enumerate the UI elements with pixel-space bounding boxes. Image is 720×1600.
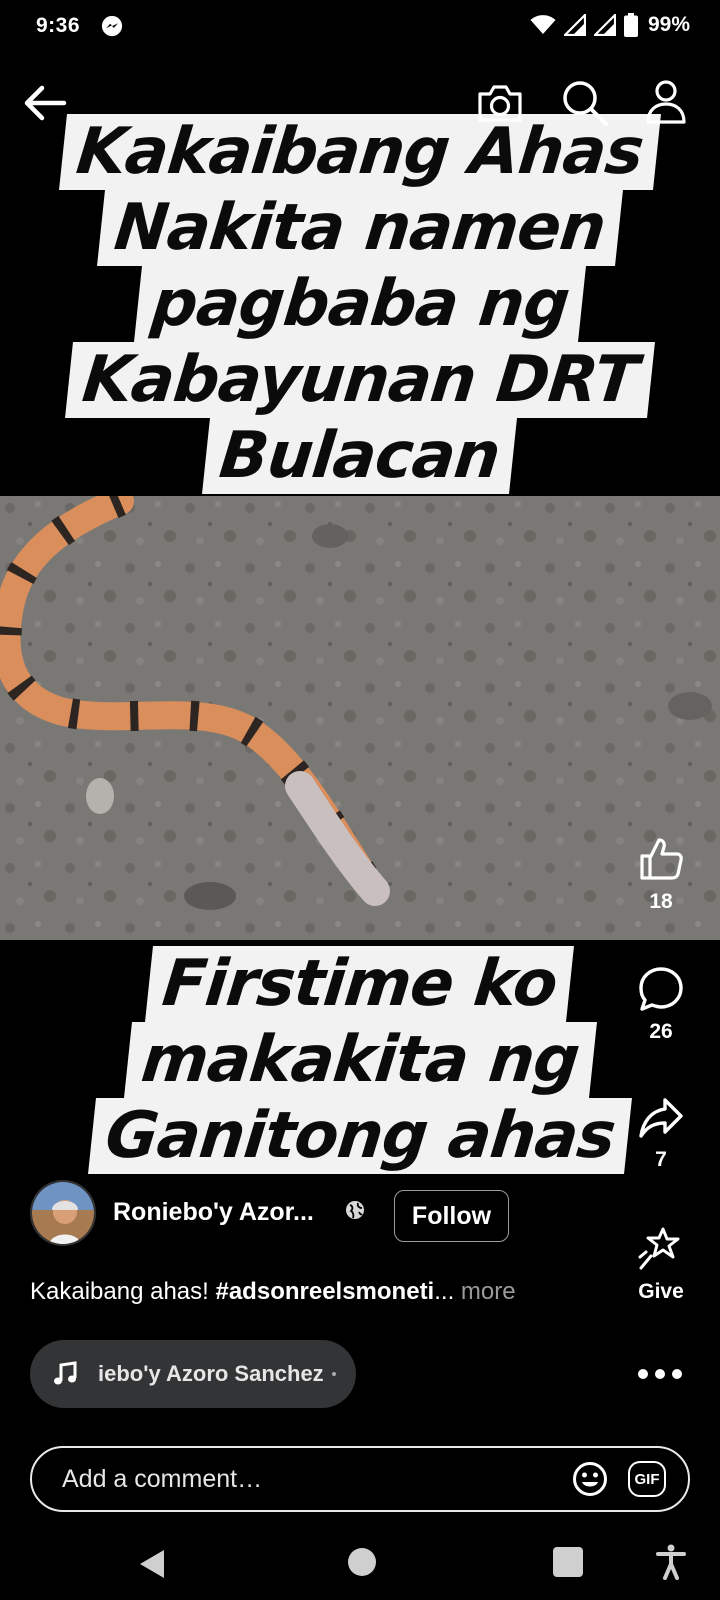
caption-bottom: Firstime ko makakita ng Ganitong ahas [0,946,720,1174]
avatar[interactable] [30,1180,96,1246]
star-wand-icon [638,1227,680,1270]
nav-recents-icon[interactable] [553,1547,583,1577]
more-dot [672,1369,682,1379]
search-icon[interactable] [560,78,610,128]
avatar-image [32,1182,94,1244]
hashtag-link[interactable]: #adsonreelsmoneti [215,1278,434,1305]
signal-icon [563,14,586,36]
snake-image [0,496,720,940]
accessibility-icon[interactable] [656,1544,686,1580]
more-options-button[interactable] [638,1366,682,1382]
give-button[interactable]: Give [616,1226,706,1304]
follow-button[interactable]: Follow [394,1190,509,1242]
caption-line: Firstime ko [145,946,575,1022]
comment-button[interactable]: 26 [616,966,706,1044]
comment-input[interactable] [62,1464,572,1494]
status-icons: 99% [530,13,690,37]
caption-line: Ganitong ahas [87,1098,633,1174]
snake-video-frame [0,496,720,940]
profile-icon[interactable] [644,78,688,126]
system-nav-bar [0,1528,720,1600]
status-bar: 9:36 99% [0,0,720,54]
give-label: Give [638,1280,684,1303]
like-button[interactable]: 18 [616,836,706,914]
description-text: Kakaibang ahas! [30,1278,216,1305]
camera-icon[interactable] [476,80,524,126]
caption-line: Kabayunan DRT [65,342,655,418]
back-arrow-icon[interactable] [22,80,68,126]
caption-line: makakita ng [123,1022,597,1098]
share-count: 7 [655,1148,667,1171]
audio-label: iebo'y Azoro Sanchez [98,1361,324,1386]
gif-button[interactable]: GIF [628,1461,666,1497]
more-dot [655,1369,665,1379]
emoji-icon[interactable] [572,1461,608,1497]
see-more-link[interactable]: more [461,1278,516,1305]
battery-percent: 99% [647,13,690,36]
author-name[interactable]: Roniebo'y Azor... [113,1198,314,1227]
audio-separator-dot [331,1372,336,1376]
share-arrow-icon [639,1098,683,1138]
globe-icon [346,1201,364,1219]
comment-count: 26 [649,1020,673,1043]
reel-video[interactable]: Kakaibang Ahas Nakita namen pagbaba ng K… [0,54,720,1174]
description-ellipsis: ... [434,1278,461,1305]
audio-attribution[interactable]: iebo'y Azoro Sanchez [30,1340,356,1408]
signal-icon-2 [593,14,616,36]
wifi-icon [530,15,556,34]
caption-line: Bulacan [202,418,518,494]
nav-back-icon[interactable] [138,1548,166,1580]
more-dot [638,1369,648,1379]
music-note-icon [54,1361,77,1385]
comment-bubble-icon [639,967,683,1011]
caption-top: Kakaibang Ahas Nakita namen pagbaba ng K… [0,114,720,494]
like-count: 18 [649,890,673,913]
battery-icon [623,13,638,37]
post-description[interactable]: Kakaibang ahas! #adsonreelsmoneti... mor… [30,1278,516,1306]
status-time: 9:36 [36,14,81,37]
caption-line: Nakita namen [97,190,623,266]
comment-bar[interactable]: GIF [30,1446,690,1512]
caption-line: pagbaba ng [133,266,587,342]
nav-home-icon[interactable] [348,1548,376,1576]
share-button[interactable]: 7 [616,1096,706,1172]
messenger-icon [101,15,123,37]
thumbs-up-icon [640,838,683,880]
